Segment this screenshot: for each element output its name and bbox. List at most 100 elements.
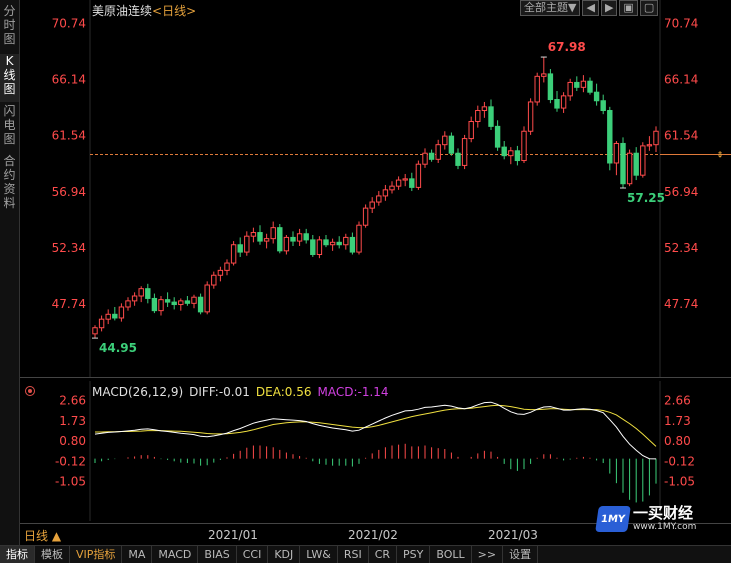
date-label-mar: 2021/03 xyxy=(488,528,538,542)
tab-ma[interactable]: MA xyxy=(122,546,153,563)
candle xyxy=(626,149,633,187)
candle xyxy=(613,141,620,176)
candle xyxy=(191,294,197,309)
candle xyxy=(204,281,210,315)
candle xyxy=(310,234,316,257)
candle xyxy=(567,78,573,101)
price-tick-right: 47.74 xyxy=(664,297,698,311)
tab-vip-indicators[interactable]: VIP指标 xyxy=(70,546,123,563)
candle xyxy=(422,148,428,168)
candle xyxy=(349,232,356,255)
tab-kdj[interactable]: KDJ xyxy=(268,546,301,563)
candle xyxy=(620,137,626,188)
price-tick-right: 56.94 xyxy=(664,185,698,199)
candle xyxy=(633,147,639,181)
zoom-icon[interactable]: ▣ xyxy=(619,0,638,16)
candle xyxy=(151,293,158,314)
candle xyxy=(224,259,230,276)
tab-bias[interactable]: BIAS xyxy=(198,546,237,563)
candle xyxy=(475,105,481,128)
tab-macd[interactable]: MACD xyxy=(152,546,199,563)
candle xyxy=(607,106,613,171)
tab-rsi[interactable]: RSI xyxy=(338,546,369,563)
tab-psy[interactable]: PSY xyxy=(397,546,431,563)
candle xyxy=(277,224,283,254)
candle xyxy=(415,160,422,190)
candle xyxy=(488,99,494,131)
candle xyxy=(402,173,408,187)
watermark-name: 一买财经 xyxy=(633,504,694,522)
tab-cci[interactable]: CCI xyxy=(237,546,269,563)
candle xyxy=(593,83,600,106)
tab-contract-info[interactable]: 合约资料 xyxy=(0,154,19,214)
tab-kline-label: K线图 xyxy=(3,54,16,96)
tab-kline[interactable]: K线图 xyxy=(0,54,19,102)
dea-line xyxy=(95,404,657,447)
period-label[interactable]: <日线> xyxy=(152,4,196,18)
candle xyxy=(178,298,184,311)
window-icon[interactable]: ▢ xyxy=(639,0,659,16)
watermark-url: www.1MY.com xyxy=(633,522,697,532)
candle xyxy=(527,98,534,135)
macd-axis-left: 2.66 1.73 0.80 -0.12 -1.05 xyxy=(55,393,86,488)
theme-dropdown[interactable]: 全部主题▼ xyxy=(520,0,581,16)
tab-boll[interactable]: BOLL xyxy=(430,546,472,563)
candle xyxy=(316,236,323,259)
watermark: 1MY 一买财经 www.1MY.com xyxy=(595,504,697,532)
tab-settings[interactable]: 设置 xyxy=(503,546,539,563)
candle xyxy=(118,303,125,322)
candle xyxy=(283,234,290,255)
price-grid xyxy=(20,0,731,378)
candle xyxy=(211,271,217,289)
macd-axis-right: 2.66 1.73 0.80 -0.12 -1.05 xyxy=(664,393,695,488)
candle xyxy=(92,325,98,339)
candle xyxy=(547,69,554,104)
tab-time-share-label: 分时图 xyxy=(3,4,16,46)
candle xyxy=(468,116,474,143)
tab-contract-info-label: 合约资料 xyxy=(3,154,16,210)
recent-low-label: 57.25 xyxy=(627,191,665,205)
candle xyxy=(435,139,441,163)
candle xyxy=(158,296,164,316)
candle xyxy=(125,297,131,311)
tab-time-share[interactable]: 分时图 xyxy=(0,4,19,52)
candle xyxy=(382,184,389,201)
candle xyxy=(98,315,105,332)
candle xyxy=(105,309,111,325)
tab-lw[interactable]: LW& xyxy=(300,546,338,563)
candle xyxy=(145,283,151,304)
candle xyxy=(541,57,547,83)
candle xyxy=(237,237,243,257)
watermark-logo: 1MY xyxy=(595,505,631,532)
candle xyxy=(263,233,270,249)
candle xyxy=(184,296,191,306)
macd-tick-left: 1.73 xyxy=(59,414,86,428)
candle xyxy=(514,145,521,166)
macd-chart[interactable]: 2.66 1.73 0.80 -0.12 -1.05 2.66 1.73 0.80 -0.12… xyxy=(20,381,731,521)
candle xyxy=(461,134,468,170)
price-chart[interactable]: 70.74 66.14 61.54 56.94 52.34 47.74 70.74 66.1… xyxy=(20,0,731,378)
candle xyxy=(362,204,369,228)
candle xyxy=(323,234,329,248)
tab-indicators[interactable]: 指标 xyxy=(0,546,35,563)
price-tick-left: 70.74 xyxy=(52,16,86,30)
candle xyxy=(428,149,435,162)
scroll-right-icon[interactable]: ▶ xyxy=(600,0,618,16)
tab-flash-chart[interactable]: 闪电图 xyxy=(0,104,19,152)
candle xyxy=(290,231,296,246)
candle xyxy=(197,293,204,315)
candle xyxy=(131,292,138,306)
tab-cr[interactable]: CR xyxy=(369,546,398,563)
price-tick-right: 70.74 xyxy=(664,16,698,30)
candle xyxy=(494,120,501,151)
instrument-name: 美原油连续 xyxy=(92,4,153,18)
candle xyxy=(508,147,514,165)
scroll-left-icon[interactable]: ◀ xyxy=(582,0,599,16)
macd-tick-right: 1.73 xyxy=(664,414,691,428)
period-selector[interactable]: 日线 ▲ xyxy=(24,527,61,544)
candle xyxy=(270,221,276,244)
tab-templates[interactable]: 模板 xyxy=(35,546,70,563)
price-tick-left: 47.74 xyxy=(52,297,86,311)
candle xyxy=(521,126,527,163)
tab-more[interactable]: >> xyxy=(472,546,504,563)
